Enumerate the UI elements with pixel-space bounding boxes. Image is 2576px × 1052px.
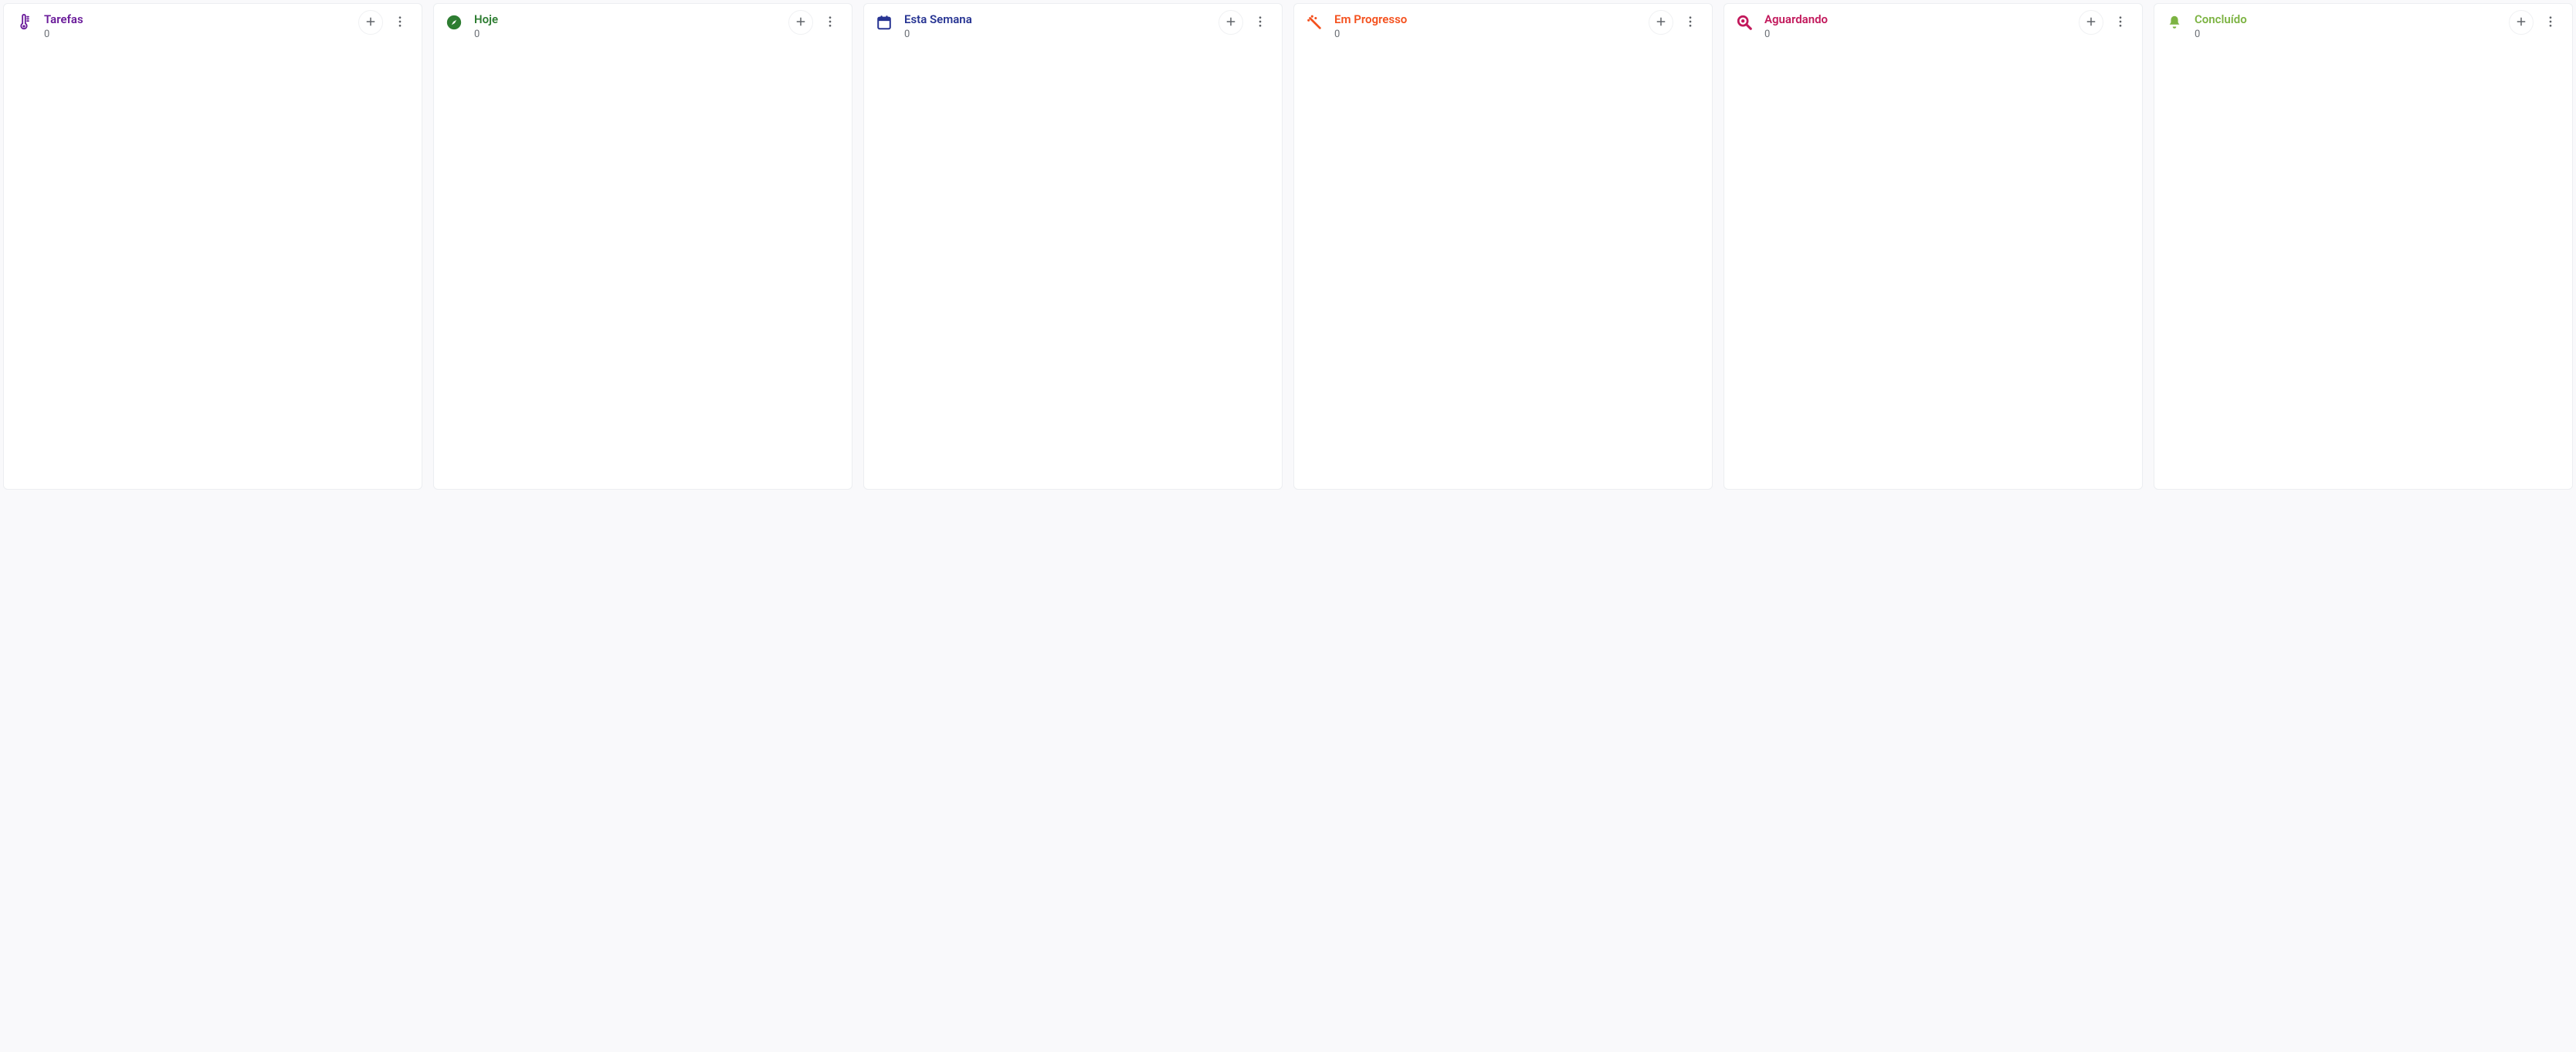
more-vert-icon <box>1253 15 1267 31</box>
column-title[interactable]: Hoje <box>474 12 778 27</box>
more-vert-icon <box>393 15 407 31</box>
more-vert-icon <box>2544 15 2557 31</box>
column-count: 0 <box>904 29 1208 41</box>
column-actions <box>788 10 842 35</box>
kanban-column-aguardando: Aguardando 0 <box>1724 3 2143 490</box>
column-title-block: Tarefas 0 <box>44 12 347 41</box>
bell-icon <box>2165 13 2184 32</box>
column-count: 0 <box>44 29 347 41</box>
column-menu-button[interactable] <box>1678 10 1703 35</box>
column-body[interactable] <box>2154 46 2572 489</box>
column-actions <box>358 10 412 35</box>
column-body[interactable] <box>434 46 852 489</box>
column-actions <box>1649 10 1703 35</box>
kanban-column-concluido: Concluído 0 <box>2154 3 2573 490</box>
column-title-block: Aguardando 0 <box>1764 12 2068 41</box>
column-count: 0 <box>1334 29 1638 41</box>
column-menu-button[interactable] <box>2538 10 2563 35</box>
column-title[interactable]: Em Progresso <box>1334 12 1638 27</box>
plus-icon <box>364 15 378 31</box>
column-title[interactable]: Aguardando <box>1764 12 2068 27</box>
calendar-icon <box>875 13 893 32</box>
column-body[interactable] <box>864 46 1282 489</box>
kanban-column-em-progresso: Em Progresso 0 <box>1293 3 1713 490</box>
plus-icon <box>1224 15 1238 31</box>
column-title[interactable]: Esta Semana <box>904 12 1208 27</box>
column-title-block: Concluído 0 <box>2195 12 2498 41</box>
add-card-button[interactable] <box>2509 10 2534 35</box>
more-vert-icon <box>823 15 837 31</box>
column-body[interactable] <box>4 46 422 489</box>
add-card-button[interactable] <box>2079 10 2103 35</box>
plus-icon <box>1654 15 1668 31</box>
column-menu-button[interactable] <box>818 10 842 35</box>
kanban-column-tarefas: Tarefas 0 <box>3 3 422 490</box>
column-header: Aguardando 0 <box>1724 4 2142 46</box>
compass-icon <box>445 13 463 32</box>
column-count: 0 <box>1764 29 2068 41</box>
kanban-column-hoje: Hoje 0 <box>433 3 852 490</box>
column-header: Tarefas 0 <box>4 4 422 46</box>
kanban-column-esta-semana: Esta Semana 0 <box>863 3 1283 490</box>
column-title[interactable]: Tarefas <box>44 12 347 27</box>
column-title-block: Hoje 0 <box>474 12 778 41</box>
column-actions <box>2509 10 2563 35</box>
add-card-button[interactable] <box>358 10 383 35</box>
column-count: 0 <box>474 29 778 41</box>
column-header: Concluído 0 <box>2154 4 2572 46</box>
plus-icon <box>794 15 808 31</box>
add-card-button[interactable] <box>788 10 813 35</box>
thermometer-icon <box>15 13 33 32</box>
column-count: 0 <box>2195 29 2498 41</box>
column-header: Em Progresso 0 <box>1294 4 1712 46</box>
plus-icon <box>2084 15 2098 31</box>
column-menu-button[interactable] <box>2108 10 2133 35</box>
more-vert-icon <box>2113 15 2127 31</box>
column-title[interactable]: Concluído <box>2195 12 2498 27</box>
add-card-button[interactable] <box>1649 10 1673 35</box>
more-vert-icon <box>1683 15 1697 31</box>
column-menu-button[interactable] <box>1248 10 1273 35</box>
kanban-board: Tarefas 0 <box>0 0 2576 493</box>
column-title-block: Esta Semana 0 <box>904 12 1208 41</box>
column-title-block: Em Progresso 0 <box>1334 12 1638 41</box>
add-card-button[interactable] <box>1219 10 1243 35</box>
plus-icon <box>2514 15 2528 31</box>
column-body[interactable] <box>1294 46 1712 489</box>
column-actions <box>2079 10 2133 35</box>
wand-icon <box>1305 13 1324 32</box>
column-body[interactable] <box>1724 46 2142 489</box>
column-header: Esta Semana 0 <box>864 4 1282 46</box>
magnifier-icon <box>1735 13 1754 32</box>
column-actions <box>1219 10 1273 35</box>
column-menu-button[interactable] <box>388 10 412 35</box>
column-header: Hoje 0 <box>434 4 852 46</box>
